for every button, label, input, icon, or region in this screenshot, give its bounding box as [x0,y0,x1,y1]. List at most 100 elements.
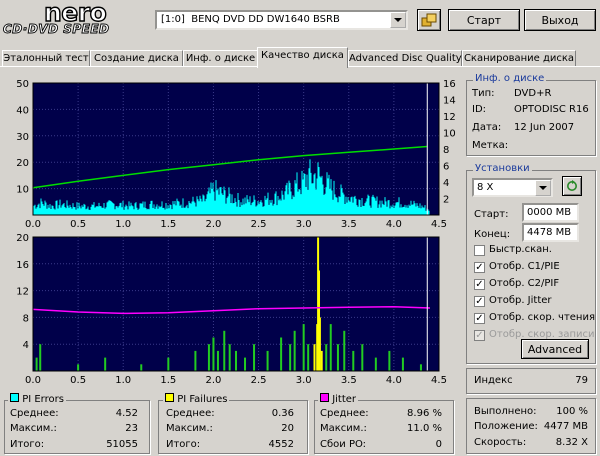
pi-failures-swatch [165,393,174,402]
tab-disc-quality[interactable]: Качество диска [257,47,348,68]
pif-failure-bar [313,344,316,371]
disc-id-value: OPTODISC R16 [514,104,589,115]
pif-bar [235,350,237,371]
tab-disc-scan[interactable]: Сканирование диска [462,50,576,67]
pif-bar [167,357,170,371]
x-tick-label: 2.5 [251,375,267,386]
x-tick-label: 2.5 [251,219,267,230]
cd-dvd-speed-logo: CD·DVD SPEED [3,22,110,37]
chevron-down-icon[interactable] [390,12,406,28]
pif-bar [336,344,339,371]
checkbox-label-2: Отобр. C2/PIF [489,278,560,289]
disc-date-value: 12 Jun 2007 [514,122,575,133]
x-tick-label: 1.5 [160,219,176,230]
checkbox-row-1[interactable]: ✓ Отобр. C1/PIE [474,261,592,275]
pif-bar [244,357,247,371]
tab-advanced-disc-quality[interactable]: Advanced Disc Quality [348,50,462,67]
exit-button[interactable]: Выход [524,9,596,31]
disc-date-label: Дата: [472,122,502,133]
pif-bar [329,324,332,371]
pif-failure-bar [320,350,323,371]
pie-max-label: Максим.: [10,423,57,434]
chevron-down-icon[interactable] [535,180,551,196]
disc-info-title: Инф. о диске [473,73,547,84]
drive-refresh-icon [421,13,437,27]
speed-value: 8.32 X [555,437,588,448]
pie-chart-plot [33,83,439,215]
speed-label: Скорость: [474,437,527,448]
y2-tick-label: 6 [443,162,449,173]
checkbox-label-3: Отобр. Jitter [489,295,552,306]
tab-disc-info[interactable]: Инф. о диске [183,50,258,67]
pi-errors-legend: PI Errors [8,393,66,405]
pif-bar [374,357,377,371]
checkbox-row-4[interactable]: ✓ Отобр. скор. чтения [474,312,595,326]
checkbox-5[interactable]: ✓ [474,330,485,341]
pi-failures-legend: PI Failures [163,393,230,405]
disc-id-label: ID: [472,104,487,115]
pif-bar [104,357,107,371]
refresh-speeds-button[interactable] [562,176,582,196]
index-value: 79 [575,375,588,386]
pif-bar [194,350,197,371]
pif-bar [280,337,283,371]
end-label: Конец: [474,229,511,240]
x-tick-label: 4.0 [386,375,402,386]
pie-total-value: 51055 [106,439,138,450]
y2-tick-label: 16 [443,79,456,90]
checkbox-row-0[interactable]: Быстр.скан. [474,244,592,258]
drive-select[interactable]: [1:0] BENQ DVD DD DW1640 BSRB [155,10,408,30]
jitter-avg-label: Среднее: [320,408,369,419]
checkbox-row-3[interactable]: ✓ Отобр. Jitter [474,295,592,309]
checkbox-0[interactable] [474,245,485,256]
checkbox-1[interactable]: ✓ [474,262,485,273]
jitter-swatch [320,393,329,402]
tab-benchmark[interactable]: Эталонный тест [2,50,90,67]
checkbox-4[interactable]: ✓ [474,313,485,324]
refresh-drive-button[interactable] [417,9,441,31]
x-tick-label: 1.0 [115,219,131,230]
pif-bar [388,350,391,371]
pif-bar [77,364,80,371]
disc-label-label: Метка: [472,140,509,151]
po-failures-value: 0 [435,439,442,450]
refresh-icon [567,180,577,191]
done-label: Выполнено: [474,406,537,417]
y-tick-label: 30 [16,132,29,143]
start-label: Старт: [474,209,509,220]
position-value: 4477 MB [543,421,588,432]
pif-bar [216,350,219,371]
pie-avg-value: 4.52 [115,408,138,419]
end-input[interactable]: 4478 MB [522,223,579,242]
checkbox-3[interactable]: ✓ [474,296,485,307]
pif-bar [401,357,404,371]
speed-select-value: 8 X [477,182,494,193]
start-input[interactable]: 0000 MB [522,203,579,222]
pif-bar [35,357,38,371]
pif-bar [212,337,215,371]
x-tick-label: 3.0 [296,219,312,230]
speed-select[interactable]: 8 X [472,178,553,197]
pif-bar [228,344,231,371]
y-tick-label: 20 [16,233,29,244]
x-tick-label: 4.5 [431,375,447,386]
checkbox-row-2[interactable]: ✓ Отобр. C2/PIF [474,278,592,292]
index-label: Индекс [474,375,513,386]
tab-bar: Эталонный тест Создание диска Инф. о дис… [0,47,600,68]
pif-bar [140,364,143,371]
y-tick-label: 16 [16,260,29,271]
checkbox-2[interactable]: ✓ [474,279,485,290]
pif-bar [293,330,296,371]
checkbox-label-4: Отобр. скор. чтения [489,312,595,323]
tab-create-disc[interactable]: Создание диска [90,50,183,67]
y-tick-label: 8 [23,313,29,324]
disc-type-label: Тип: [472,88,495,99]
start-button[interactable]: Старт [448,9,520,31]
jitter-avg-value: 8.96 % [407,408,442,419]
advanced-button[interactable]: Advanced [521,339,589,359]
y2-tick-label: 10 [443,129,456,140]
x-tick-label: 3.5 [341,219,357,230]
x-tick-label: 0.0 [25,375,41,386]
jitter-max-value: 11.0 % [407,423,442,434]
x-tick-label: 0.5 [70,219,86,230]
